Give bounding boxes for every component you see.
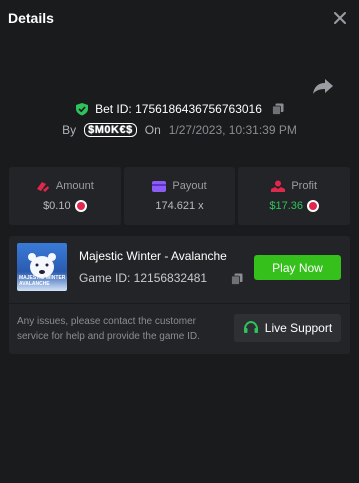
play-now-button[interactable]: Play Now <box>254 255 341 280</box>
stat-payout-value: 174.621 x <box>155 200 204 212</box>
game-id: Game ID: 12156832481 <box>79 271 208 285</box>
stat-profit-value: $17.36 <box>269 200 303 212</box>
game-thumbnail-title: MAJESTIC WINTER AVALANCHE <box>19 275 66 287</box>
game-card: MAJESTIC WINTER AVALANCHE Majestic Winte… <box>9 236 350 354</box>
on-label: On <box>144 123 161 137</box>
stat-profit-value-row: $17.36 <box>269 200 319 212</box>
stat-profit: Profit $17.36 <box>238 167 351 225</box>
token-icon <box>74 200 87 212</box>
stat-amount: Amount $0.10 <box>9 167 121 225</box>
stat-amount-label-row: Amount <box>36 180 94 192</box>
stat-amount-value-row: $0.10 <box>43 200 87 212</box>
bet-stats: Amount $0.10 Payout 174.621 x Profit $17… <box>9 167 351 225</box>
bet-id-row: Bet ID: 1756186436756763016 <box>0 100 359 118</box>
stat-payout-value-row: 174.621 x <box>155 200 203 212</box>
bet-date: 1/27/2023, 10:31:39 PM <box>168 123 297 137</box>
support-message: Any issues, please contact the customer … <box>17 316 200 342</box>
card-icon <box>152 180 167 192</box>
stat-profit-label-row: Profit <box>271 180 317 192</box>
token-icon <box>307 200 319 212</box>
coins-icon <box>36 182 49 192</box>
stat-payout-label-row: Payout <box>152 180 207 192</box>
stat-amount-value: $0.10 <box>43 200 71 212</box>
copy-icon[interactable] <box>231 273 243 285</box>
game-name: Majestic Winter - Avalanche <box>79 249 227 263</box>
stat-amount-label: Amount <box>55 180 94 192</box>
details-header: Details <box>0 0 359 36</box>
stat-payout-label: Payout <box>172 180 207 192</box>
game-thumbnail[interactable]: MAJESTIC WINTER AVALANCHE <box>17 243 67 291</box>
live-support-label: Live Support <box>264 321 333 335</box>
live-support-button[interactable]: Live Support <box>234 314 341 342</box>
close-icon[interactable] <box>332 10 348 26</box>
username[interactable]: $M0K€$ <box>84 123 137 137</box>
headset-icon <box>243 321 258 333</box>
bet-id-text: Bet ID: 1756186436756763016 <box>95 102 262 116</box>
divider <box>9 303 350 304</box>
copy-icon[interactable] <box>272 103 284 115</box>
page-title: Details <box>8 10 54 26</box>
share-icon[interactable] <box>312 77 334 95</box>
bet-meta-row: By $M0K€$ On 1/27/2023, 10:31:39 PM <box>0 121 359 139</box>
stat-profit-label: Profit <box>291 180 318 192</box>
shield-check-icon <box>76 103 89 116</box>
by-label: By <box>62 123 77 137</box>
profit-icon <box>271 180 286 192</box>
stat-payout: Payout 174.621 x <box>123 167 236 225</box>
